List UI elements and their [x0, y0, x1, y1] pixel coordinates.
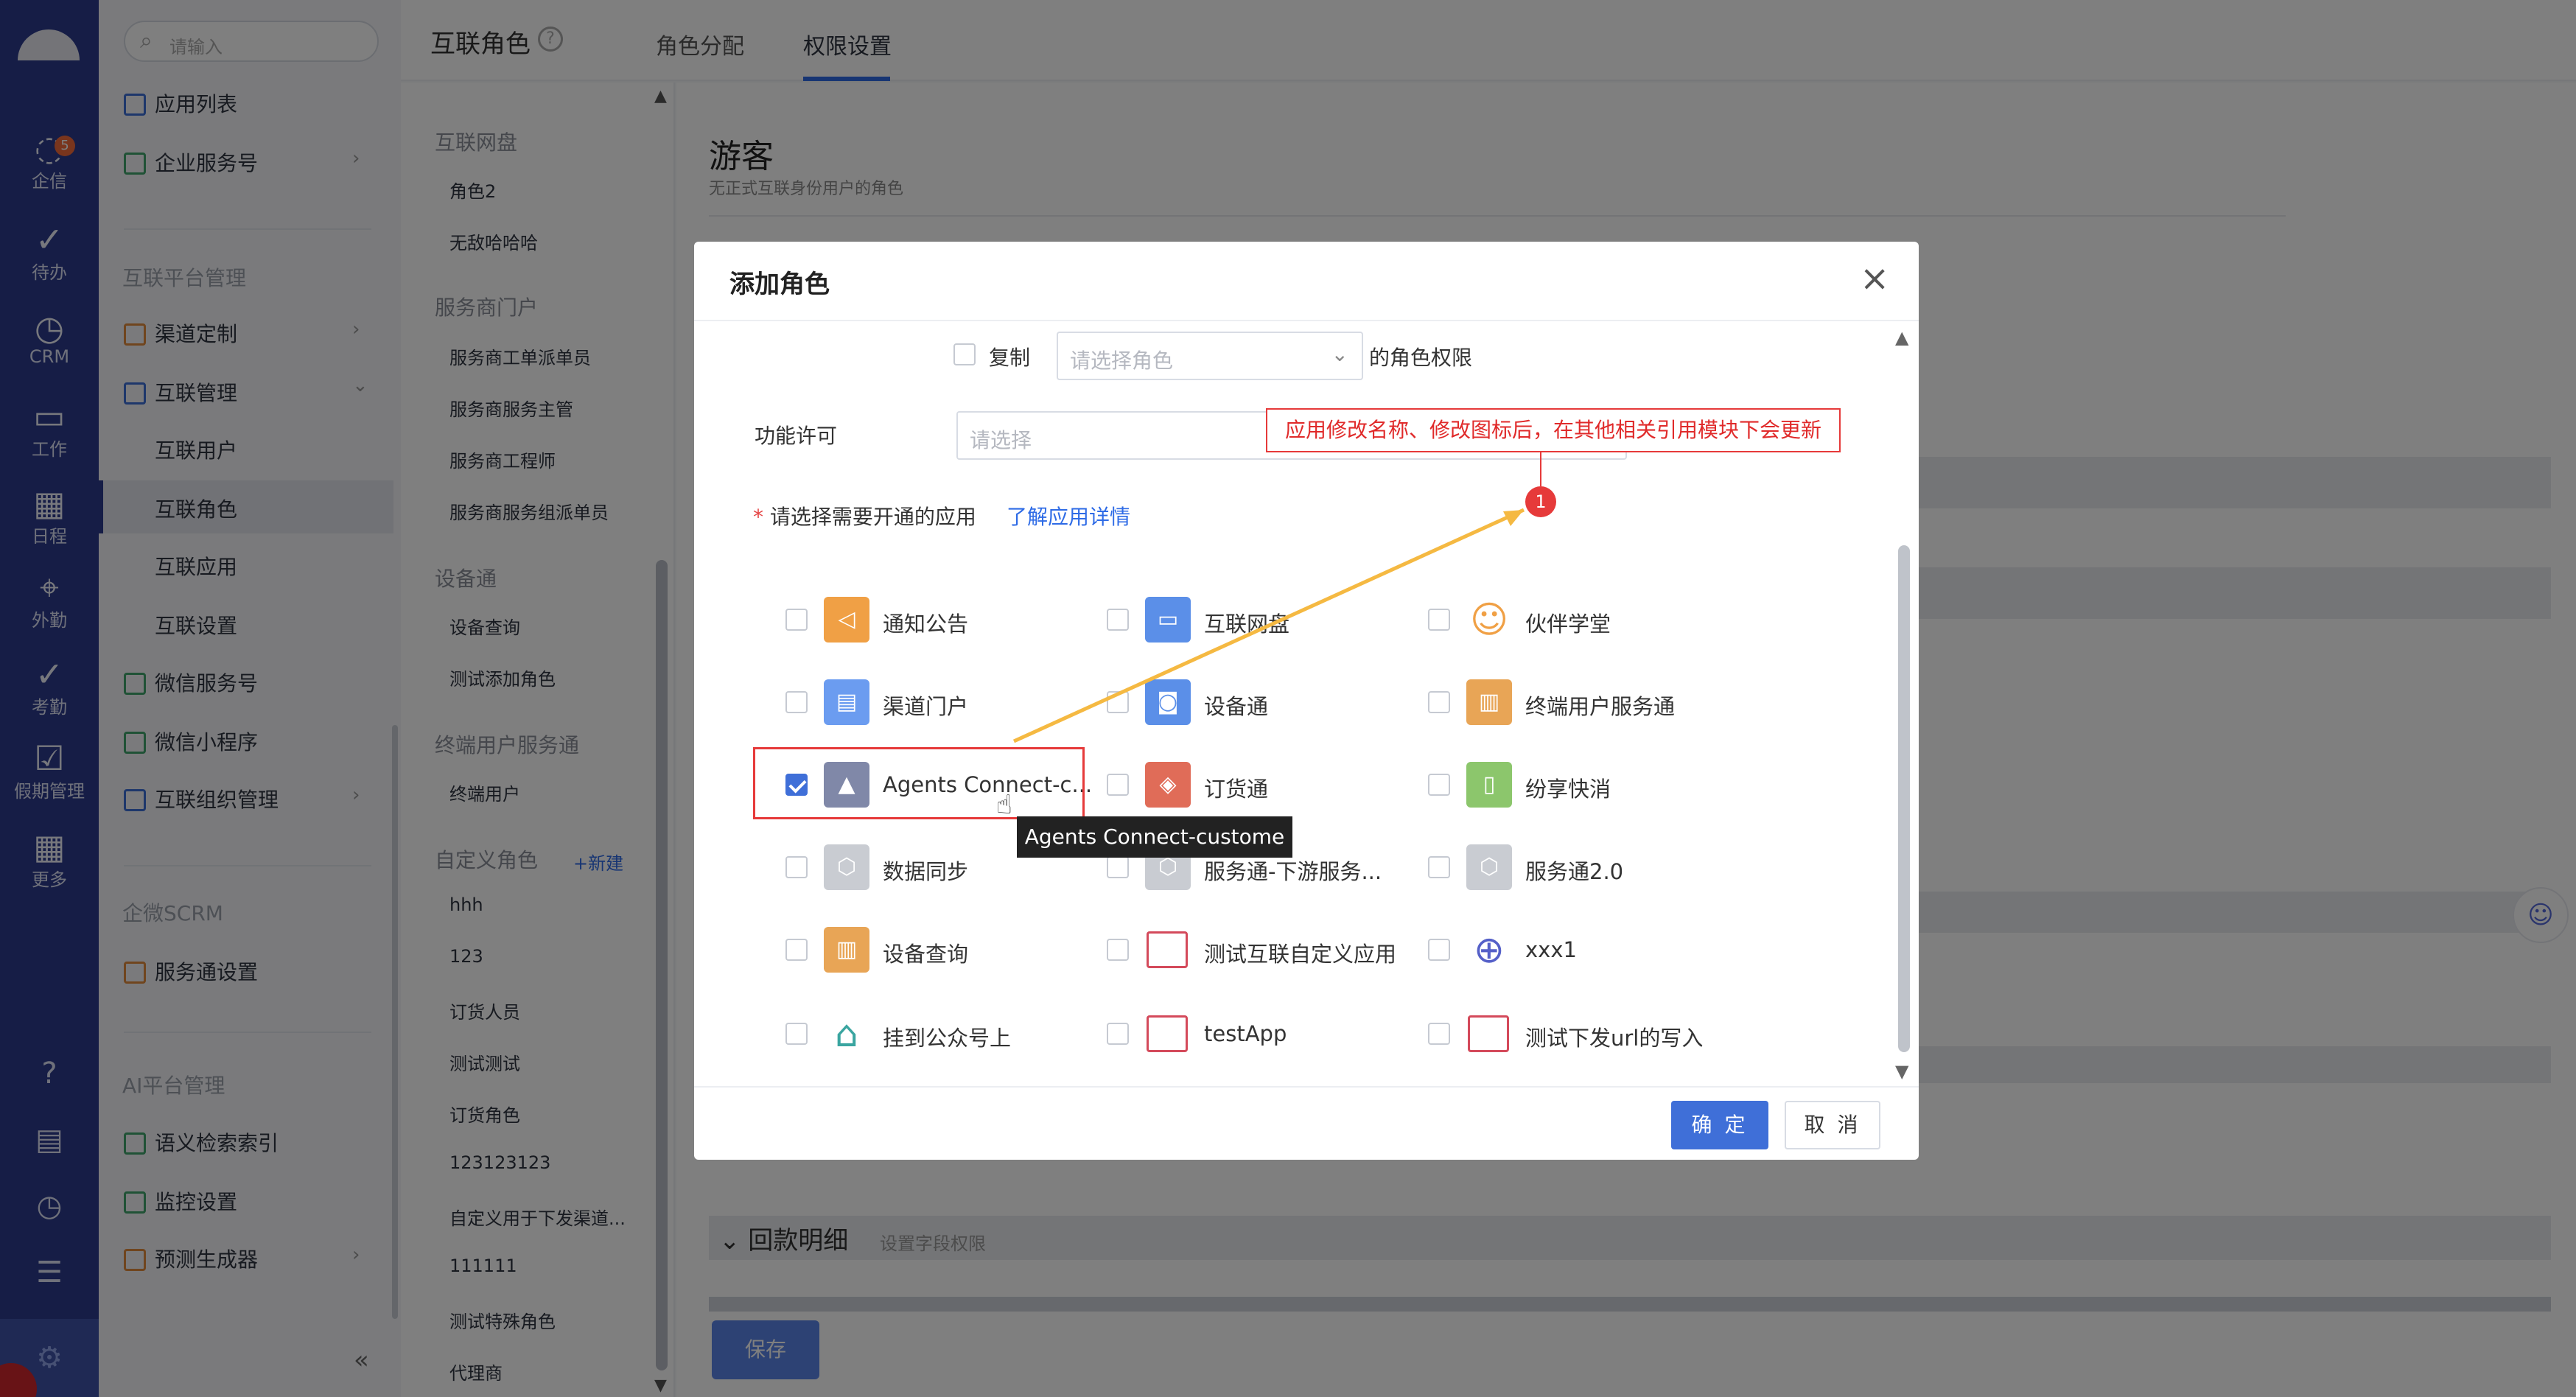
cancel-button[interactable]: 取 消	[1785, 1101, 1880, 1149]
app-label: 测试下发url的写入	[1525, 1026, 1704, 1051]
app-label: 服务通2.0	[1525, 859, 1624, 884]
role-select[interactable]: 请选择角色 ⌄	[1057, 332, 1363, 380]
app-checkbox[interactable]	[1107, 609, 1129, 631]
chevron-down-icon: ⌄	[1331, 342, 1348, 366]
app-checkbox[interactable]	[1107, 1023, 1129, 1045]
app-checkbox[interactable]	[1107, 774, 1129, 796]
app-checkbox[interactable]	[1428, 691, 1450, 713]
license-label: 功能许可	[755, 424, 838, 448]
app-label: 数据同步	[883, 859, 969, 884]
app-checkbox[interactable]	[1107, 856, 1129, 878]
app-label: testApp	[1204, 1021, 1287, 1046]
monitor-icon: ▭	[1145, 597, 1191, 643]
app-label: 渠道门户	[883, 694, 969, 719]
clipboard-icon: ▥	[824, 927, 869, 973]
dialog-scrollbar[interactable]	[1898, 545, 1910, 1052]
app-checkbox[interactable]	[1428, 856, 1450, 878]
scroll-up-icon[interactable]: ▲	[1895, 327, 1908, 348]
portal-icon: ▤	[824, 679, 869, 725]
order-icon: ◈	[1145, 762, 1191, 808]
highlight-box	[753, 747, 1085, 819]
app-checkbox[interactable]	[785, 1023, 808, 1045]
app-label: 纷享快消	[1525, 777, 1611, 802]
learn-more-link[interactable]: 了解应用详情	[1007, 501, 1130, 531]
app-label: 终端用户服务通	[1525, 694, 1676, 719]
app-checkbox[interactable]	[1428, 939, 1450, 961]
annotation-note: 应用修改名称、修改图标后，在其他相关引用模块下会更新	[1266, 408, 1841, 452]
divider	[694, 320, 1919, 321]
cube-icon: ⬡	[1466, 844, 1512, 890]
megaphone-icon: ◁	[824, 597, 869, 643]
scroll-down-icon[interactable]: ▼	[1895, 1061, 1908, 1082]
app-checkbox[interactable]	[1428, 609, 1450, 631]
cube-icon: ⬡	[824, 844, 869, 890]
copy-label: 复制	[989, 346, 1031, 370]
app-checkbox[interactable]	[785, 691, 808, 713]
app-checkbox[interactable]	[785, 856, 808, 878]
annotation-marker: 1	[1525, 486, 1556, 517]
app-label: 挂到公众号上	[883, 1026, 1012, 1051]
divider	[694, 1086, 1919, 1088]
crosshair-icon: ⊕	[1474, 928, 1505, 971]
lantern-icon: ⌂	[835, 1012, 858, 1055]
app-label: 互联网盘	[1204, 612, 1290, 637]
app-checkbox[interactable]	[785, 609, 808, 631]
app-checkbox[interactable]	[785, 939, 808, 961]
app-label: 伙伴学堂	[1525, 612, 1611, 637]
app-checkbox[interactable]	[1428, 774, 1450, 796]
app-label: xxx1	[1525, 937, 1577, 962]
app-label: 通知公告	[883, 612, 969, 637]
app-tooltip: Agents Connect-custome	[1017, 816, 1292, 858]
person-icon: ☺	[1469, 598, 1509, 641]
dialog-title: 添加角色	[729, 270, 830, 299]
confirm-button[interactable]: 确 定	[1671, 1101, 1768, 1149]
device-icon: ◙	[1145, 679, 1191, 725]
required-label: * 请选择需要开通的应用	[753, 505, 976, 529]
app-checkbox[interactable]	[1107, 939, 1129, 961]
app-checkbox[interactable]	[1107, 691, 1129, 713]
hand-cursor-icon: ☝	[996, 790, 1012, 820]
monitor-outline-icon	[1147, 1015, 1188, 1052]
app-checkbox[interactable]	[1428, 1023, 1450, 1045]
monitor-outline-icon	[1147, 931, 1188, 968]
app-label: 设备查询	[883, 942, 969, 967]
role-suffix: 的角色权限	[1369, 346, 1473, 370]
monitor-outline-icon	[1468, 1015, 1509, 1052]
close-icon[interactable]: ×	[1860, 261, 1889, 296]
app-label: 服务通-下游服务...	[1204, 859, 1382, 884]
app-label: 设备通	[1204, 694, 1269, 719]
app-label: 订货通	[1204, 777, 1269, 802]
app-label: 测试互联自定义应用	[1204, 942, 1397, 967]
copy-checkbox[interactable]	[953, 343, 976, 365]
book-icon: ▯	[1466, 762, 1512, 808]
clipboard-icon: ▥	[1466, 679, 1512, 725]
